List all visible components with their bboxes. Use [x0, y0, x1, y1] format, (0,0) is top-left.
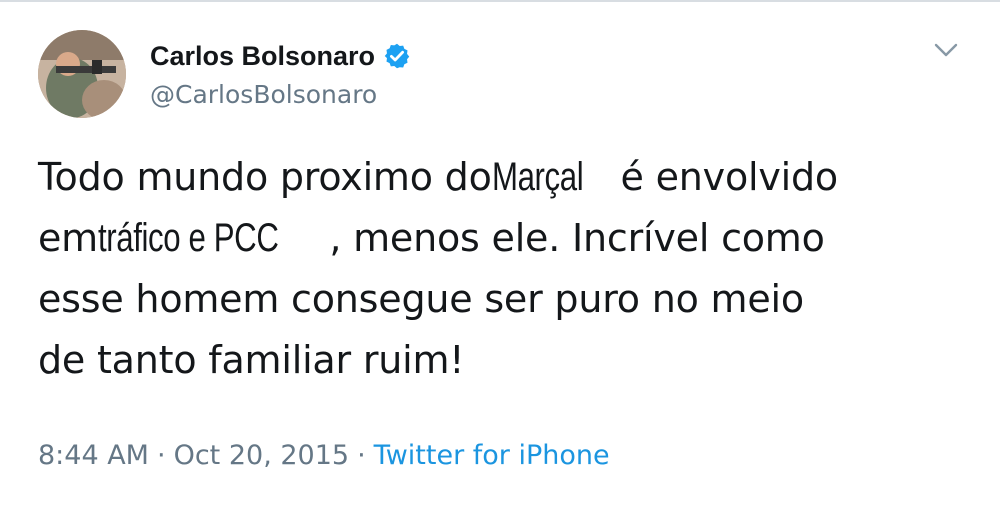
- tweet-text-edited-segment: tráfico e PCC: [98, 216, 279, 260]
- tweet-text-edited-segment: Marçal: [491, 155, 584, 199]
- author-row: Carlos Bolsonaro: [150, 38, 411, 74]
- tweet-text: Todo mundo proximo doMarçal é envolvido …: [38, 147, 968, 391]
- tweet-text-segment: em: [38, 216, 98, 260]
- tweet-text-line: em tráfico e PCC , menos ele. Incrível co…: [38, 208, 968, 269]
- meta-separator: ·: [156, 440, 166, 471]
- tweet-text-line: esse homem consegue ser puro no meio: [38, 277, 804, 321]
- tweet-time[interactable]: 8:44 AM: [38, 440, 149, 471]
- avatar-photo: [38, 30, 126, 118]
- tweet-text-segment: Todo mundo proximo do: [38, 155, 492, 199]
- display-name[interactable]: Carlos Bolsonaro: [150, 41, 375, 72]
- tweet-meta: 8:44 AM · Oct 20, 2015 · Twitter for iPhone: [38, 440, 610, 471]
- tweet-text-segment: , menos ele. Incrível como: [329, 216, 825, 260]
- tweet-card: Carlos Bolsonaro @CarlosBolsonaro Todo m…: [0, 0, 1000, 511]
- tweet-source-link[interactable]: Twitter for iPhone: [374, 440, 610, 471]
- tweet-menu-button[interactable]: [928, 36, 964, 64]
- avatar[interactable]: [38, 30, 126, 118]
- user-handle[interactable]: @CarlosBolsonaro: [150, 80, 377, 109]
- meta-separator: ·: [357, 440, 366, 471]
- chevron-down-icon: [934, 43, 958, 57]
- verified-badge-icon: [383, 42, 411, 70]
- tweet-text-segment: é envolvido: [608, 155, 839, 199]
- tweet-date[interactable]: Oct 20, 2015: [174, 440, 350, 471]
- tweet-text-line: de tanto familiar ruim!: [38, 338, 465, 382]
- tweet-text-line: Todo mundo proximo doMarçal é envolvido: [38, 147, 968, 208]
